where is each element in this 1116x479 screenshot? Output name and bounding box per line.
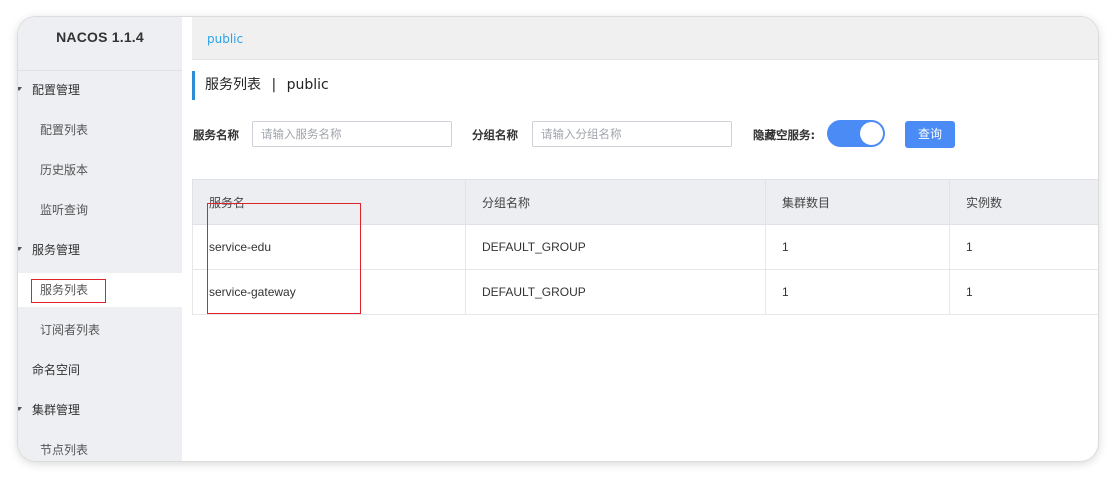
hide-empty-toggle[interactable]: [827, 120, 885, 147]
sidebar-item-subscribers[interactable]: 订阅者列表: [18, 313, 182, 347]
sidebar-item-service-list[interactable]: 服务列表: [18, 273, 182, 307]
cell-group-name: DEFAULT_GROUP: [465, 224, 766, 270]
page-title: 服务列表 | public: [192, 71, 329, 100]
sidebar-group-config[interactable]: 配置管理: [18, 73, 182, 107]
service-name-input[interactable]: [252, 121, 452, 147]
sidebar: NACOS 1.1.4 配置管理 配置列表 历史版本 监听查询 服务管理 服务列…: [18, 17, 182, 461]
namespace-bar: public: [192, 17, 1098, 60]
sidebar-group-cluster[interactable]: 集群管理: [18, 393, 182, 427]
cell-cluster-count: 1: [765, 269, 950, 315]
hide-empty-label: 隐藏空服务:: [753, 128, 816, 142]
column-header-group-name[interactable]: 分组名称: [465, 179, 766, 225]
table-row[interactable]: service-gateway DEFAULT_GROUP 1 1: [192, 269, 1098, 315]
sidebar-item-label: 节点列表: [40, 443, 89, 457]
group-name-label: 分组名称: [472, 128, 518, 142]
caret-down-icon: [18, 407, 22, 411]
cell-service-name: service-gateway: [192, 269, 466, 315]
caret-down-icon: [18, 87, 22, 91]
page-title-separator: |: [271, 77, 277, 93]
group-name-input[interactable]: [532, 121, 732, 147]
page-title-namespace: public: [286, 77, 329, 93]
sidebar-item-label: 监听查询: [40, 203, 89, 217]
cell-cluster-count: 1: [765, 224, 950, 270]
sidebar-item-label: 配置管理: [32, 83, 81, 97]
service-table: 服务名 分组名称 集群数目 实例数 service-edu DEFAULT_GR…: [192, 179, 1098, 315]
page-title-text: 服务列表: [205, 77, 261, 93]
cell-group-name: DEFAULT_GROUP: [465, 269, 766, 315]
column-header-service-name[interactable]: 服务名: [192, 179, 466, 225]
toggle-knob: [860, 122, 883, 145]
sidebar-item-label: 服务管理: [32, 243, 81, 257]
column-header-cluster-count[interactable]: 集群数目: [765, 179, 950, 225]
sidebar-group-service[interactable]: 服务管理: [18, 233, 182, 267]
table-header-row: 服务名 分组名称 集群数目 实例数: [192, 179, 1098, 225]
sidebar-item-label: 服务列表: [40, 283, 89, 297]
sidebar-item-label: 订阅者列表: [40, 323, 101, 337]
namespace-tab-public[interactable]: public: [207, 32, 243, 46]
service-name-label: 服务名称: [193, 128, 239, 142]
sidebar-item-namespace[interactable]: 命名空间: [18, 353, 182, 387]
cell-instance-count: 1: [949, 224, 1098, 270]
query-button[interactable]: 查询: [905, 121, 955, 148]
cell-service-name: service-edu: [192, 224, 466, 270]
sidebar-item-listener-query[interactable]: 监听查询: [18, 193, 182, 227]
sidebar-item-history[interactable]: 历史版本: [18, 153, 182, 187]
sidebar-item-label: 集群管理: [32, 403, 81, 417]
sidebar-item-label: 配置列表: [40, 123, 89, 137]
table-row[interactable]: service-edu DEFAULT_GROUP 1 1: [192, 224, 1098, 270]
sidebar-item-config-list[interactable]: 配置列表: [18, 113, 182, 147]
column-header-instance-count[interactable]: 实例数: [949, 179, 1098, 225]
sidebar-item-label: 历史版本: [40, 163, 89, 177]
cell-instance-count: 1: [949, 269, 1098, 315]
app-logo: NACOS 1.1.4: [18, 17, 182, 71]
app-window: NACOS 1.1.4 配置管理 配置列表 历史版本 监听查询 服务管理 服务列…: [18, 17, 1098, 461]
sidebar-item-label: 命名空间: [32, 363, 81, 377]
sidebar-item-node-list[interactable]: 节点列表: [18, 433, 182, 461]
caret-down-icon: [18, 247, 22, 251]
main-content: public 服务列表 | public 服务名称 分组名称 隐藏空服务: 查询: [182, 17, 1098, 461]
